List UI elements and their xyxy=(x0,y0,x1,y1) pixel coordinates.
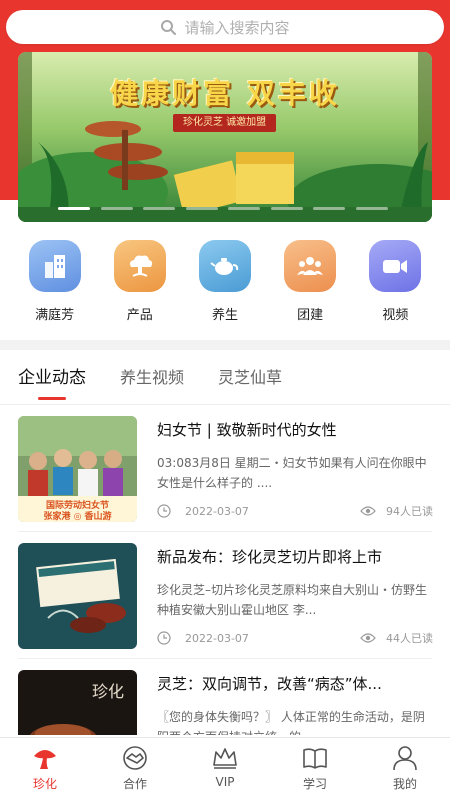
category-products[interactable]: 产品 xyxy=(105,240,175,336)
tab-label: 珍化 xyxy=(32,777,57,791)
handshake-icon xyxy=(123,746,147,770)
carousel-dot[interactable] xyxy=(270,207,303,210)
news-meta: 2022-03-07 44人已读 xyxy=(157,630,433,646)
tab-label: 合作 xyxy=(122,777,147,791)
news-summary: 03:083月8日 星期二・妇女节如果有人问在你眼中 女性是什么样子的 .... xyxy=(157,456,427,490)
bottom-tab-bar: 珍化 合作 VIP 学习 我的 xyxy=(0,737,450,800)
list-item[interactable]: 新品发布：珍化灵芝切片即将上市 珍化灵芝–切片珍化灵芝原料均来自大别山・仿野生种… xyxy=(18,532,433,659)
search-bar[interactable]: 请输入搜索内容 xyxy=(6,10,444,44)
category-label: 产品 xyxy=(126,308,153,323)
list-item[interactable]: 珍化 灵芝：双向调节，改善“病态”体... 〖您的身体失衡吗？〗 人体正常的生命… xyxy=(18,659,432,735)
carousel-dot[interactable] xyxy=(100,207,133,210)
news-views: 44人已读 xyxy=(386,632,433,645)
clock-icon xyxy=(157,504,171,518)
news-meta: 2022-03-07 94人已读 xyxy=(157,503,433,519)
list-item[interactable]: 国际劳动妇女节 张家港 ◎ 香山游 妇女节 | 致敬新时代的女性 03:083月… xyxy=(18,405,433,532)
tab-cooperation[interactable]: 合作 xyxy=(90,738,180,800)
mushroom-icon xyxy=(34,750,56,769)
video-camera-icon xyxy=(369,240,422,292)
category-team[interactable]: 团建 xyxy=(275,240,345,336)
news-title: 新品发布：珍化灵芝切片即将上市 xyxy=(157,548,383,566)
crown-icon xyxy=(213,748,237,769)
tab-wellness-videos[interactable]: 养生视频 xyxy=(120,350,184,406)
eye-icon xyxy=(360,633,376,643)
news-thumbnail: 珍化 xyxy=(18,670,137,735)
clock-icon xyxy=(157,631,171,645)
banner-subtitle: 珍化灵芝 诚邀加盟 xyxy=(173,114,277,132)
team-icon xyxy=(284,240,337,292)
book-icon xyxy=(303,748,327,769)
news-summary: 珍化灵芝–切片珍化灵芝原料均来自大别山・仿野生种植安徽大别山霍山地区 李... xyxy=(157,583,428,617)
banner-title: 健康财富 双丰收 xyxy=(110,77,340,110)
news-date: 2022-03-07 xyxy=(185,504,249,518)
tab-study[interactable]: 学习 xyxy=(270,738,360,800)
carousel-indicators xyxy=(58,207,388,210)
tab-label: 我的 xyxy=(392,777,417,791)
news-thumbnail: 国际劳动妇女节 张家港 ◎ 香山游 xyxy=(18,416,137,522)
carousel-dot[interactable] xyxy=(143,207,176,210)
news-date: 2022-03-07 xyxy=(185,631,249,645)
promo-banner[interactable]: 健康财富 双丰收 珍化灵芝 诚邀加盟 xyxy=(18,52,432,222)
category-mantingfang[interactable]: 满庭芳 xyxy=(20,240,90,336)
category-wellness[interactable]: 养生 xyxy=(190,240,260,336)
category-label: 养生 xyxy=(211,308,238,323)
carousel-dot[interactable] xyxy=(58,207,90,210)
thumb-caption: 珍化 xyxy=(92,682,125,701)
news-title: 妇女节 | 致敬新时代的女性 xyxy=(157,421,337,439)
news-tabs: 企业动态 养生视频 灵芝仙草 xyxy=(0,350,450,406)
section-divider xyxy=(0,340,450,350)
news-thumbnail xyxy=(18,543,137,649)
tab-label: VIP xyxy=(215,775,235,789)
search-placeholder: 请输入搜索内容 xyxy=(184,18,290,37)
news-summary: 〖您的身体失衡吗？〗 人体正常的生命活动，是阴阳两个方面保持对立统一的... xyxy=(157,710,425,735)
carousel-dot[interactable] xyxy=(228,207,261,210)
tab-mine[interactable]: 我的 xyxy=(360,738,450,800)
thumb-caption: 张家港 ◎ 香山游 xyxy=(43,512,112,522)
cloud-icon xyxy=(113,240,166,292)
user-icon xyxy=(393,746,417,771)
tab-company-news[interactable]: 企业动态 xyxy=(18,350,86,406)
news-title: 灵芝：双向调节，改善“病态”体... xyxy=(157,675,382,693)
category-label: 团建 xyxy=(297,308,324,323)
news-list: 国际劳动妇女节 张家港 ◎ 香山游 妇女节 | 致敬新时代的女性 03:083月… xyxy=(0,405,450,735)
category-label: 视频 xyxy=(382,308,409,323)
category-grid: 满庭芳 产品 养生 团建 视频 xyxy=(0,240,450,336)
carousel-dot[interactable] xyxy=(355,207,388,210)
tab-home[interactable]: 珍化 xyxy=(0,738,90,800)
tab-label: 学习 xyxy=(302,777,327,791)
teapot-icon xyxy=(198,240,251,292)
building-icon xyxy=(28,240,81,292)
tab-lingzhi[interactable]: 灵芝仙草 xyxy=(218,350,282,406)
carousel-dot[interactable] xyxy=(185,207,218,210)
tab-vip[interactable]: VIP xyxy=(180,738,270,800)
category-label: 满庭芳 xyxy=(35,308,75,323)
search-icon xyxy=(161,20,177,35)
eye-icon xyxy=(360,506,376,516)
category-video[interactable]: 视频 xyxy=(360,240,430,336)
carousel-dot[interactable] xyxy=(313,207,346,210)
news-views: 94人已读 xyxy=(386,505,433,518)
